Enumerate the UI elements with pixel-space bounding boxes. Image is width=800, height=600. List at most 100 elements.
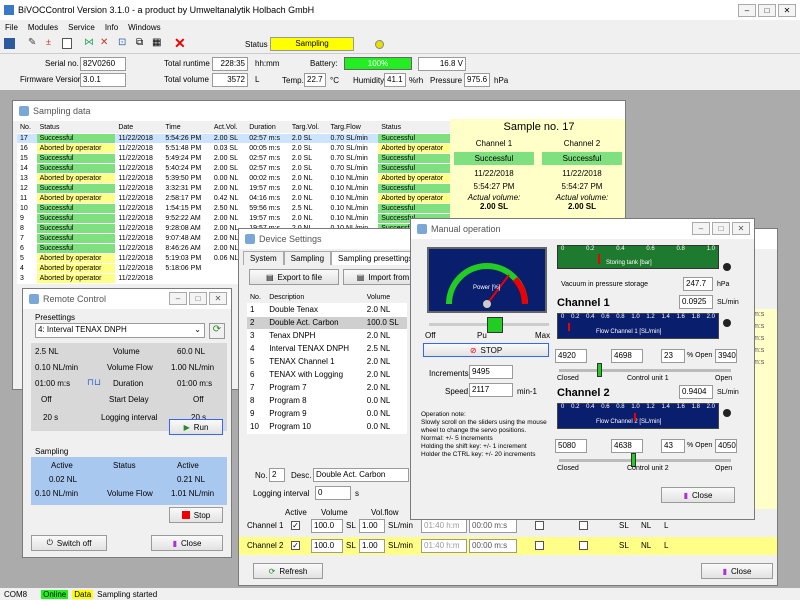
table-row[interactable]: 16 Aborted by operator 11/22/2018 5:51:48 P… xyxy=(17,143,457,154)
plus-minus-icon[interactable]: ± xyxy=(46,37,51,47)
channel1-flow-field[interactable]: 1.00 xyxy=(359,519,385,533)
table-cell: Aborted by operator xyxy=(36,193,116,204)
channel2-active-checkbox[interactable]: ✓ xyxy=(291,541,300,550)
maximize-button[interactable]: □ xyxy=(758,4,776,17)
remote-minimize-button[interactable]: – xyxy=(169,292,187,305)
table-row[interactable]: 10 Successful 11/22/2018 1:54:15 PM 2.50 NL 5… xyxy=(17,203,457,214)
power-slider-thumb[interactable] xyxy=(487,317,503,333)
channel1-radio-nl[interactable]: NL xyxy=(641,521,651,530)
table-row[interactable]: 13 Aborted by operator 11/22/2018 5:39:50 P… xyxy=(17,173,457,184)
cancel-icon[interactable]: ✕ xyxy=(174,35,186,52)
reload-icon[interactable]: ⟳ xyxy=(209,323,225,339)
control-unit1-thumb[interactable] xyxy=(597,363,602,377)
presetting-row[interactable]: 5 TENAX Channel 1 2.0 NL xyxy=(247,355,407,369)
sampling-header-cell[interactable]: Time xyxy=(162,123,211,134)
channel1-check-a[interactable] xyxy=(535,521,544,530)
channel1-time1-field[interactable]: 01:40 h:m xyxy=(421,519,467,533)
channel2-radio-sl[interactable]: SL xyxy=(619,541,629,550)
manual-minimize-button[interactable]: – xyxy=(692,222,710,235)
channel1-volume-field[interactable]: 100.0 xyxy=(311,519,343,533)
valve-icon[interactable]: ⋈ xyxy=(84,37,94,48)
sampling-header-cell[interactable]: Status xyxy=(36,123,116,134)
manual-maximize-button[interactable]: □ xyxy=(712,222,730,235)
menu-modules[interactable]: Modules xyxy=(28,23,58,32)
channel2-check-a[interactable] xyxy=(535,541,544,550)
channel1-time2-field[interactable]: 00:00 m:s xyxy=(469,519,517,533)
sampling-header-cell[interactable]: Date xyxy=(115,123,163,134)
pump-icon[interactable]: ✕ xyxy=(100,37,108,48)
channel2-radio-l[interactable]: L xyxy=(664,541,668,550)
remote-close-x[interactable]: ✕ xyxy=(209,292,227,305)
presetting-row[interactable]: 2 Double Act. Carbon 100.0 SL xyxy=(247,316,407,330)
tab-sampling-presettings[interactable]: Sampling presettings xyxy=(331,251,420,265)
logging-field[interactable]: 0 xyxy=(315,486,351,500)
report-icon[interactable] xyxy=(62,38,72,49)
tab-sampling[interactable]: Sampling xyxy=(283,251,332,265)
remote-maximize-button[interactable]: □ xyxy=(189,292,207,305)
table-row[interactable]: 15 Successful 11/22/2018 5:49:24 PM 2.00 SL 0… xyxy=(17,153,457,164)
refresh-button[interactable]: ⟳ Refresh xyxy=(253,563,323,579)
sampling-header-cell[interactable]: Act.Vol. xyxy=(210,123,247,134)
table-cell: 2.5 NL xyxy=(288,203,328,214)
windows-icon[interactable]: ▦ xyxy=(152,37,161,48)
channel1-radio-l[interactable]: L xyxy=(664,521,668,530)
presetting-row[interactable]: 9 Program 9 0.0 NL xyxy=(247,407,407,421)
channel2-flow-field[interactable]: 1.00 xyxy=(359,539,385,553)
channel1-check-b[interactable] xyxy=(579,521,588,530)
table-row[interactable]: 11 Aborted by operator 11/22/2018 2:58:17 P… xyxy=(17,193,457,204)
presettings-header-cell[interactable]: No. xyxy=(247,293,267,304)
presetting-row[interactable]: 6 TENAX with Logging 2.0 NL xyxy=(247,368,407,382)
table-row[interactable]: 17 Successful 11/22/2018 5:54:26 PM 2.00 SL 0… xyxy=(17,133,457,144)
table-row[interactable]: 12 Successful 11/22/2018 3:32:31 PM 2.00 NL 1… xyxy=(17,183,457,194)
channel2-radio-nl[interactable]: NL xyxy=(641,541,651,550)
channel2-time2-field[interactable]: 00:00 m:s xyxy=(469,539,517,553)
menu-info[interactable]: Info xyxy=(105,23,118,32)
graph-icon[interactable]: ⊡ xyxy=(118,37,126,48)
presetting-row[interactable]: 1 Double Tenax 2.0 NL xyxy=(247,303,407,317)
menu-service[interactable]: Service xyxy=(68,23,95,32)
presettings-header-cell[interactable]: Volume xyxy=(363,293,407,304)
close-window-button[interactable]: ✕ xyxy=(778,4,796,17)
sampling-header-cell[interactable]: Status xyxy=(378,123,457,134)
channel2-time1-field[interactable]: 01:40 h:m xyxy=(421,539,467,553)
device-close-button[interactable]: ▮ Close xyxy=(701,563,773,579)
presetting-row[interactable]: 4 Interval TENAX DNPH 2.5 NL xyxy=(247,342,407,356)
presetting-row[interactable]: 10 Program 10 0.0 NL xyxy=(247,420,407,434)
stop-button[interactable]: ⊘ STOP xyxy=(423,343,549,357)
run-button[interactable]: ▶ Run xyxy=(169,419,223,435)
sampling-header-cell[interactable]: No. xyxy=(17,123,37,134)
copy-icon[interactable]: ⧉ xyxy=(136,37,143,48)
tab-system[interactable]: System xyxy=(243,251,284,265)
channel1-radio-sl[interactable]: SL xyxy=(619,521,629,530)
presetting-row[interactable]: 8 Program 8 0.0 NL xyxy=(247,394,407,408)
remote-close-button[interactable]: ▮ Close xyxy=(151,535,223,551)
preset-select[interactable]: 4: Interval TENAX DNPH ⌄ xyxy=(35,323,205,338)
export-button[interactable]: ▤ Export to file xyxy=(249,269,339,285)
stop-sampling-button[interactable]: Stop xyxy=(169,507,223,523)
presettings-header-cell[interactable]: Description xyxy=(266,293,364,304)
sampling-header-cell[interactable]: Targ.Vol. xyxy=(288,123,328,134)
switch-off-button[interactable]: ⏻ Switch off xyxy=(31,535,107,551)
table-row[interactable]: 14 Successful 11/22/2018 5:40:24 PM 2.00 SL 0… xyxy=(17,163,457,174)
increments-field[interactable]: 9495 xyxy=(469,365,513,379)
no-field[interactable]: 2 xyxy=(269,468,285,482)
control-unit2-slider[interactable] xyxy=(559,459,731,462)
control-unit1-slider[interactable] xyxy=(559,369,731,372)
table-row[interactable]: 9 Successful 11/22/2018 9:52:22 AM 2.00 NL 19… xyxy=(17,213,457,224)
manual-close-x[interactable]: ✕ xyxy=(732,222,750,235)
save-icon[interactable] xyxy=(4,38,15,49)
menu-windows[interactable]: Windows xyxy=(128,23,160,32)
presetting-row[interactable]: 7 Program 7 2.0 NL xyxy=(247,381,407,395)
manual-close-button[interactable]: ▮ Close xyxy=(661,487,735,503)
speed-field[interactable]: 2117 xyxy=(469,383,513,397)
channel2-volume-field[interactable]: 100.0 xyxy=(311,539,343,553)
minimize-button[interactable]: – xyxy=(738,4,756,17)
desc-field[interactable]: Double Act. Carbon xyxy=(313,468,409,482)
presetting-row[interactable]: 3 Tenax DNPH 2.0 NL xyxy=(247,329,407,343)
channel1-active-checkbox[interactable]: ✓ xyxy=(291,521,300,530)
sampling-header-cell[interactable]: Duration xyxy=(246,123,289,134)
menu-file[interactable]: File xyxy=(5,23,18,32)
tools-icon[interactable]: ✎ xyxy=(28,37,36,48)
sampling-header-cell[interactable]: Targ.Flow xyxy=(327,123,379,134)
channel2-check-b[interactable] xyxy=(579,541,588,550)
